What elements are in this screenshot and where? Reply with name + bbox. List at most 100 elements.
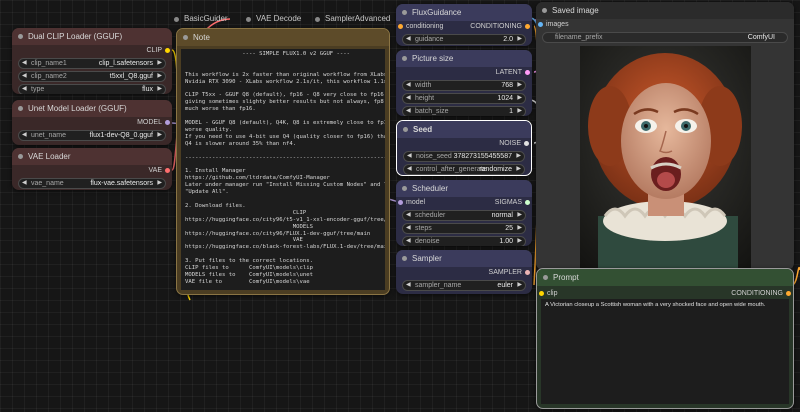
conditioning-input-dot-icon[interactable] xyxy=(398,24,403,29)
arrow-right-icon[interactable]: ▶ xyxy=(517,81,522,90)
seed-node[interactable]: Seed NOISE ◀ noise_seed 378273155455587 … xyxy=(396,120,532,176)
denoise-widget[interactable]: ◀ denoise 1.00 ▶ xyxy=(402,236,526,246)
clip-input-dot-icon[interactable] xyxy=(539,291,544,296)
arrow-right-icon[interactable]: ▶ xyxy=(517,107,522,116)
basic-guider-node[interactable]: BasicGuider xyxy=(172,12,228,26)
widget-label: clip_name1 xyxy=(31,60,67,67)
sampler-name-widget[interactable]: ◀ sampler_name euler ▶ xyxy=(402,280,526,291)
note-title[interactable]: Note xyxy=(177,29,389,46)
arrow-left-icon[interactable]: ◀ xyxy=(22,85,27,94)
vae-loader-node[interactable]: VAE Loader VAE ◀ vae_name flux-vae.safet… xyxy=(12,148,172,190)
dual-clip-loader-node[interactable]: Dual CLIP Loader (GGUF) CLIP ◀ clip_name… xyxy=(12,28,172,94)
arrow-left-icon[interactable]: ◀ xyxy=(406,224,411,233)
note-node[interactable]: Note ---- SIMPLE FLUX1.0 v2 GGUF ---- Th… xyxy=(176,28,390,295)
arrow-left-icon[interactable]: ◀ xyxy=(406,211,411,220)
steps-widget[interactable]: ◀ steps 25 ▶ xyxy=(402,223,526,234)
scheduler-node[interactable]: Scheduler model SIGMAS ◀ scheduler norma… xyxy=(396,180,532,246)
flux-guidance-title[interactable]: FluxGuidance xyxy=(396,4,532,21)
arrow-left-icon[interactable]: ◀ xyxy=(407,165,412,174)
prompt-node[interactable]: Prompt clip CONDITIONING A Victorian clo… xyxy=(536,268,794,409)
arrow-right-icon[interactable]: ▶ xyxy=(517,35,522,44)
saved-image-title[interactable]: Saved image xyxy=(536,2,794,19)
widget-value: 378273155455587 xyxy=(453,153,512,160)
arrow-right-icon[interactable]: ▶ xyxy=(157,59,162,68)
filename-prefix-widget[interactable]: filename_prefix ComfyUI xyxy=(542,32,788,43)
seed-title[interactable]: Seed xyxy=(397,121,531,138)
vae-loader-title[interactable]: VAE Loader xyxy=(12,148,172,165)
arrow-left-icon[interactable]: ◀ xyxy=(22,72,27,81)
arrow-right-icon[interactable]: ▶ xyxy=(517,281,522,290)
noise-output-dot-icon[interactable] xyxy=(524,141,529,146)
arrow-right-icon[interactable]: ▶ xyxy=(157,85,162,94)
widget-value: euler xyxy=(497,282,513,289)
height-widget[interactable]: ◀ height 1024 ▶ xyxy=(402,93,526,104)
conditioning-output-dot-icon[interactable] xyxy=(786,291,791,296)
arrow-right-icon[interactable]: ▶ xyxy=(516,165,521,174)
clip-output-dot-icon[interactable] xyxy=(165,48,170,53)
arrow-right-icon[interactable]: ▶ xyxy=(157,131,162,140)
model-output-dot-icon[interactable] xyxy=(165,120,170,125)
scheduler-title[interactable]: Scheduler xyxy=(396,180,532,197)
arrow-left-icon[interactable]: ◀ xyxy=(22,179,27,188)
arrow-left-icon[interactable]: ◀ xyxy=(22,131,27,140)
unet-name-widget[interactable]: ◀ unet_name flux1-dev-Q8_0.gguf ▶ xyxy=(18,130,166,141)
unet-loader-node[interactable]: Unet Model Loader (GGUF) MODEL ◀ unet_na… xyxy=(12,100,172,145)
saved-image-node[interactable]: Saved image images filename_prefix Comfy… xyxy=(536,2,794,270)
guidance-widget[interactable]: ◀ guidance 2.0 ▶ xyxy=(402,34,526,45)
vae-output-dot-icon[interactable] xyxy=(165,168,170,173)
arrow-left-icon[interactable]: ◀ xyxy=(406,237,411,246)
noise-seed-widget[interactable]: ◀ noise_seed 378273155455587 ▶ xyxy=(403,151,525,162)
latent-output-dot-icon[interactable] xyxy=(525,70,530,75)
sampler-output-row: SAMPLER xyxy=(396,267,532,278)
picture-size-title[interactable]: Picture size xyxy=(396,50,532,67)
images-input-dot-icon[interactable] xyxy=(538,22,543,27)
arrow-right-icon[interactable]: ▶ xyxy=(517,224,522,233)
vae-decode-node[interactable]: VAE Decode xyxy=(244,12,301,26)
flux-guidance-node[interactable]: FluxGuidance conditioning CONDITIONING ◀… xyxy=(396,4,532,46)
width-widget[interactable]: ◀ width 768 ▶ xyxy=(402,80,526,91)
prompt-title[interactable]: Prompt xyxy=(537,269,793,286)
widget-label: filename_prefix xyxy=(555,34,603,41)
arrow-right-icon[interactable]: ▶ xyxy=(157,72,162,81)
arrow-right-icon[interactable]: ▶ xyxy=(517,211,522,220)
unet-loader-title[interactable]: Unet Model Loader (GGUF) xyxy=(12,100,172,117)
output-image[interactable] xyxy=(580,46,751,268)
arrow-right-icon[interactable]: ▶ xyxy=(517,94,522,103)
arrow-right-icon[interactable]: ▶ xyxy=(157,179,162,188)
arrow-left-icon[interactable]: ◀ xyxy=(406,107,411,116)
dual-clip-loader-title[interactable]: Dual CLIP Loader (GGUF) xyxy=(12,28,172,45)
control-after-generate-widget[interactable]: ◀ control_after_generate randomize ▶ xyxy=(403,164,525,175)
widget-value: ComfyUI xyxy=(747,34,775,41)
widget-label: unet_name xyxy=(31,132,67,139)
arrow-right-icon[interactable]: ▶ xyxy=(517,237,522,246)
clip-name1-widget[interactable]: ◀ clip_name1 clip_l.safetensors ▶ xyxy=(18,58,166,69)
type-widget[interactable]: ◀ type flux ▶ xyxy=(18,84,166,94)
arrow-left-icon[interactable]: ◀ xyxy=(406,81,411,90)
sampler-output-dot-icon[interactable] xyxy=(525,270,530,275)
note-textarea[interactable]: ---- SIMPLE FLUX1.0 v2 GGUF ---- This wo… xyxy=(181,49,385,290)
widget-label: type xyxy=(31,86,45,93)
vae-name-widget[interactable]: ◀ vae_name flux-vae.safetensors ▶ xyxy=(18,178,166,189)
arrow-left-icon[interactable]: ◀ xyxy=(406,35,411,44)
sampler-title[interactable]: Sampler xyxy=(396,250,532,267)
arrow-left-icon[interactable]: ◀ xyxy=(22,59,27,68)
arrow-left-icon[interactable]: ◀ xyxy=(406,94,411,103)
arrow-left-icon[interactable]: ◀ xyxy=(406,281,411,290)
picture-size-node[interactable]: Picture size LATENT ◀ width 768 ▶ ◀ heig… xyxy=(396,50,532,116)
vae-decode-label: VAE Decode xyxy=(256,14,302,23)
model-input-dot-icon[interactable] xyxy=(398,200,403,205)
scheduler-widget[interactable]: ◀ scheduler normal ▶ xyxy=(402,210,526,221)
sampler-advanced-node[interactable]: SamplerAdvanced xyxy=(313,12,390,26)
prompt-textarea[interactable]: A Victorian closeup a Scottish woman wit… xyxy=(541,299,789,404)
widget-value: 768 xyxy=(501,82,513,89)
arrow-right-icon[interactable]: ▶ xyxy=(516,152,521,161)
sampler-node[interactable]: Sampler SAMPLER ◀ sampler_name euler ▶ xyxy=(396,250,532,294)
conditioning-output-dot-icon[interactable] xyxy=(525,24,530,29)
widget-value: 1.00 xyxy=(499,238,513,245)
batch-size-widget[interactable]: ◀ batch_size 1 ▶ xyxy=(402,106,526,116)
sigmas-output-dot-icon[interactable] xyxy=(525,200,530,205)
clip-name2-widget[interactable]: ◀ clip_name2 t5xxl_Q8.gguf ▶ xyxy=(18,71,166,82)
sigmas-output-label: SIGMAS xyxy=(494,199,522,206)
arrow-left-icon[interactable]: ◀ xyxy=(407,152,412,161)
conditioning-output-label: CONDITIONING xyxy=(731,290,783,297)
